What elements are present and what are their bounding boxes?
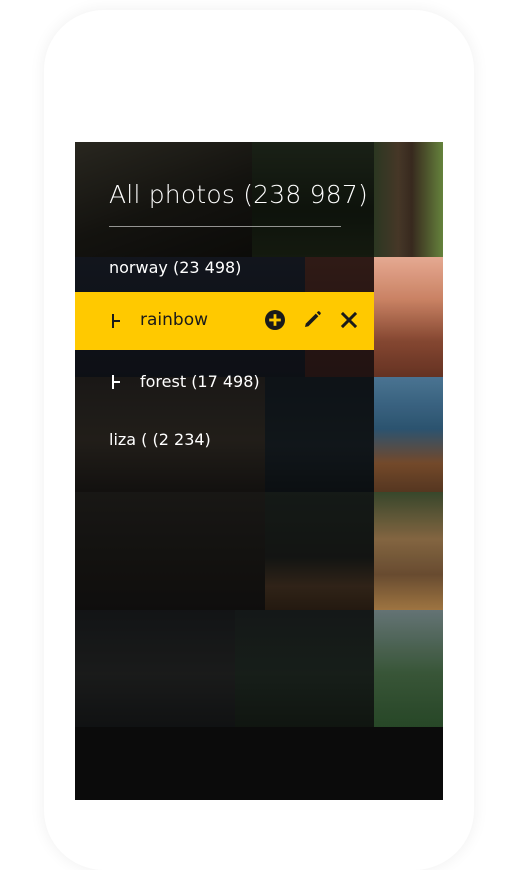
album-item-rainbow[interactable]: rainbow [75,292,374,350]
album-item-norway[interactable]: norway (23 498) [75,250,374,286]
pencil-icon [305,311,321,327]
tee-branch-icon [112,375,122,389]
album-actions [264,309,360,331]
album-label: forest (17 498) [140,372,260,391]
edit-button[interactable] [301,309,323,331]
add-button[interactable] [264,309,286,331]
delete-button[interactable] [338,309,360,331]
album-item-forest[interactable]: forest (17 498) [75,364,374,400]
album-label: rainbow [140,310,208,330]
page-title: All photos (238 987) [109,180,368,209]
plus-circle-icon [265,310,285,330]
close-icon [340,311,358,329]
title-divider [109,226,341,227]
album-label: liza ( (2 234) [109,430,211,449]
right-column-overlay [374,142,443,727]
album-item-liza[interactable]: liza ( (2 234) [75,422,374,458]
tee-branch-icon [112,314,122,328]
album-label: norway (23 498) [109,258,242,277]
photo-gallery-screen: All photos (238 987) norway (23 498) rai… [75,142,443,800]
bottom-bar [75,727,443,800]
